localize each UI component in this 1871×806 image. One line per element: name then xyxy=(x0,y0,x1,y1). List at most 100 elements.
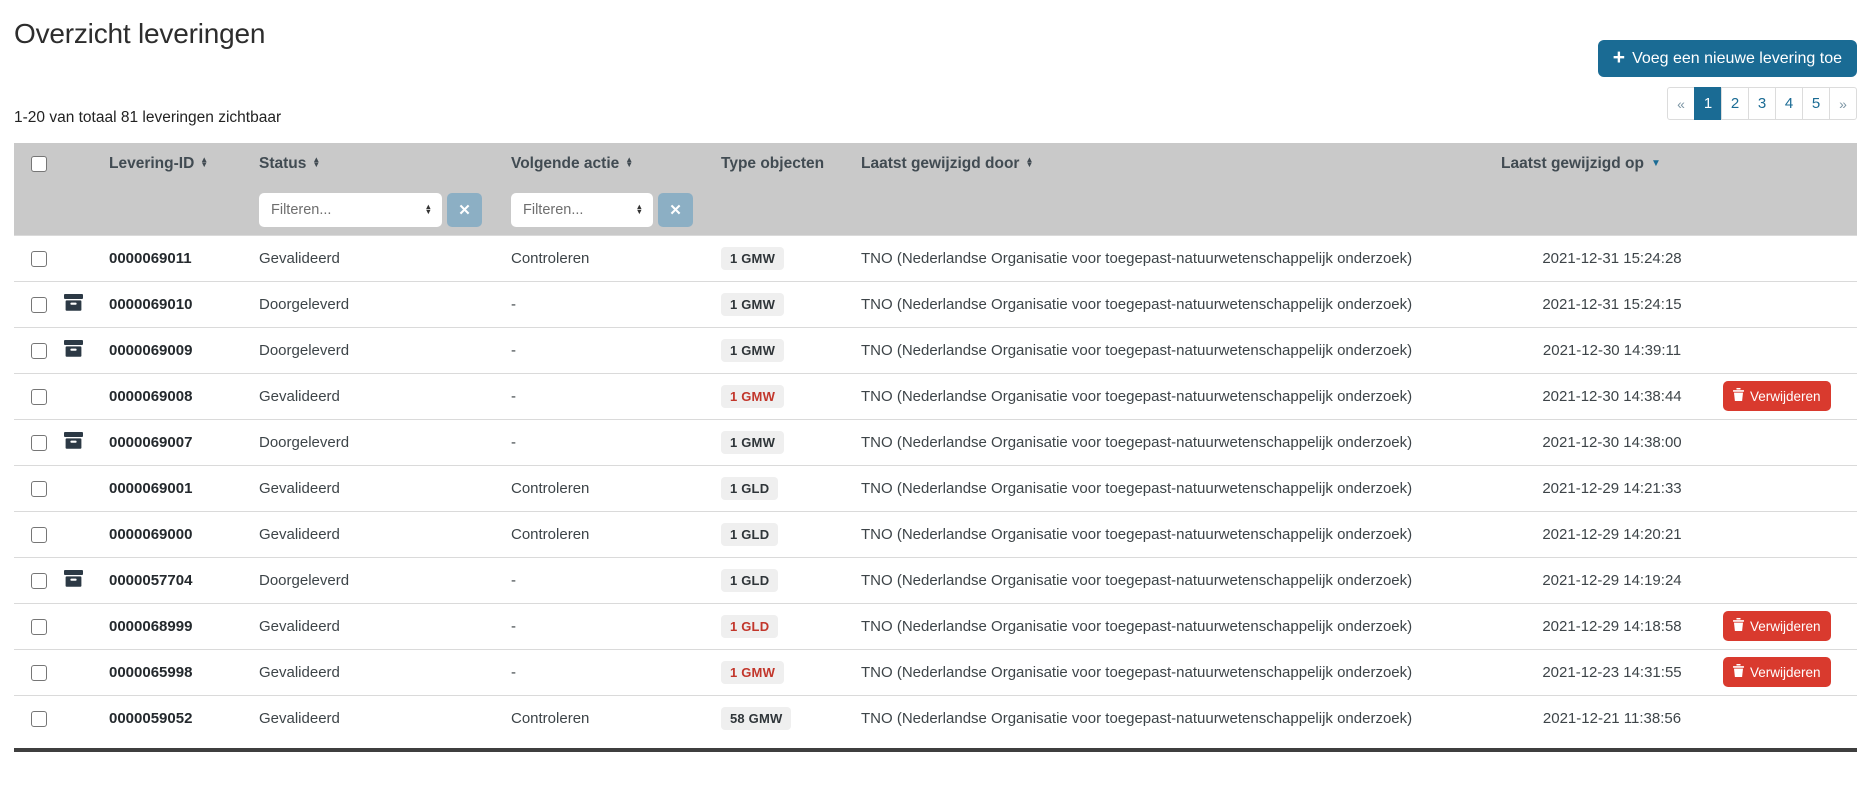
table-row: 0000069001 Gevalideerd Controleren 1 GLD… xyxy=(14,465,1857,511)
status-value: Gevalideerd xyxy=(259,695,511,741)
status-value: Gevalideerd xyxy=(259,649,511,695)
status-value: Gevalideerd xyxy=(259,511,511,557)
laatst-gewijzigd-op-value: 2021-12-29 14:20:21 xyxy=(1501,511,1723,557)
type-objecten-badge: 58 GMW xyxy=(721,707,791,730)
sort-icon: ▲▼ xyxy=(1025,158,1033,168)
laatst-gewijzigd-door-value: TNO (Nederlandse Organisatie voor toegep… xyxy=(861,465,1501,511)
column-levering-id[interactable]: Levering-ID▲▼ xyxy=(109,143,259,185)
select-arrows-icon: ▲▼ xyxy=(636,205,643,214)
volgende-actie-filter-select[interactable]: Filteren... ▲▼ xyxy=(511,193,653,227)
pagination-first[interactable]: « xyxy=(1667,87,1695,120)
levering-id[interactable]: 0000069009 xyxy=(109,327,259,373)
levering-id[interactable]: 0000057704 xyxy=(109,557,259,603)
type-objecten-badge: 1 GLD xyxy=(721,477,778,500)
status-filter-cell: Filteren... ▲▼ ✕ xyxy=(259,185,511,235)
levering-id[interactable]: 0000069011 xyxy=(109,235,259,281)
type-objecten-badge: 1 GLD xyxy=(721,615,778,638)
levering-id[interactable]: 0000069010 xyxy=(109,281,259,327)
column-laatst-gewijzigd-op[interactable]: Laatst gewijzigd op▼ xyxy=(1501,143,1723,185)
volgende-actie-filter-clear-button[interactable]: ✕ xyxy=(658,193,693,227)
volgende-actie-value: - xyxy=(511,419,721,465)
select-all-cell xyxy=(14,143,64,185)
table-row: 0000059052 Gevalideerd Controleren 58 GM… xyxy=(14,695,1857,741)
select-all-checkbox[interactable] xyxy=(31,156,47,172)
volgende-actie-value: - xyxy=(511,649,721,695)
laatst-gewijzigd-op-value: 2021-12-23 14:31:55 xyxy=(1501,649,1723,695)
row-checkbox[interactable] xyxy=(31,619,47,635)
laatst-gewijzigd-op-value: 2021-12-31 15:24:15 xyxy=(1501,281,1723,327)
select-arrows-icon: ▲▼ xyxy=(425,205,432,214)
leveringen-table: Levering-ID▲▼ Status▲▼ Volgende actie▲▼ … xyxy=(14,143,1857,741)
add-levering-button[interactable]: + Voeg een nieuwe levering toe xyxy=(1598,40,1857,77)
row-checkbox[interactable] xyxy=(31,297,47,313)
verwijderen-button[interactable]: Verwijderen xyxy=(1723,657,1831,687)
laatst-gewijzigd-op-value: 2021-12-30 14:38:44 xyxy=(1501,373,1723,419)
type-objecten-badge: 1 GMW xyxy=(721,339,784,362)
row-checkbox[interactable] xyxy=(31,343,47,359)
meta-row: 1-20 van totaal 81 leveringen zichtbaar … xyxy=(14,87,1857,120)
levering-id[interactable]: 0000069000 xyxy=(109,511,259,557)
laatst-gewijzigd-door-value: TNO (Nederlandse Organisatie voor toegep… xyxy=(861,603,1501,649)
trash-icon xyxy=(1733,664,1744,680)
table-row: 0000069007 Doorgeleverd - 1 GMW TNO (Ned… xyxy=(14,419,1857,465)
pagination-page-2[interactable]: 2 xyxy=(1721,87,1749,120)
pagination-page-3[interactable]: 3 xyxy=(1748,87,1776,120)
laatst-gewijzigd-door-value: TNO (Nederlandse Organisatie voor toegep… xyxy=(861,235,1501,281)
table-row: 0000069008 Gevalideerd - 1 GMW TNO (Nede… xyxy=(14,373,1857,419)
table-row: 0000068999 Gevalideerd - 1 GLD TNO (Nede… xyxy=(14,603,1857,649)
row-checkbox[interactable] xyxy=(31,573,47,589)
row-checkbox[interactable] xyxy=(31,251,47,267)
status-value: Doorgeleverd xyxy=(259,557,511,603)
row-checkbox[interactable] xyxy=(31,665,47,681)
pagination-last[interactable]: » xyxy=(1829,87,1857,120)
results-info: 1-20 van totaal 81 leveringen zichtbaar xyxy=(14,109,281,127)
status-value: Gevalideerd xyxy=(259,373,511,419)
type-objecten-badge: 1 GMW xyxy=(721,293,784,316)
row-checkbox[interactable] xyxy=(31,481,47,497)
type-objecten-badge: 1 GLD xyxy=(721,569,778,592)
levering-id[interactable]: 0000069008 xyxy=(109,373,259,419)
levering-id[interactable]: 0000068999 xyxy=(109,603,259,649)
levering-id[interactable]: 0000059052 xyxy=(109,695,259,741)
status-filter-clear-button[interactable]: ✕ xyxy=(447,193,482,227)
laatst-gewijzigd-door-value: TNO (Nederlandse Organisatie voor toegep… xyxy=(861,649,1501,695)
table-body: 0000069011 Gevalideerd Controleren 1 GMW… xyxy=(14,235,1857,741)
laatst-gewijzigd-op-value: 2021-12-29 14:21:33 xyxy=(1501,465,1723,511)
type-objecten-badge: 1 GMW xyxy=(721,431,784,454)
table-row: 0000069009 Doorgeleverd - 1 GMW TNO (Ned… xyxy=(14,327,1857,373)
table-row: 0000069011 Gevalideerd Controleren 1 GMW… xyxy=(14,235,1857,281)
column-laatst-gewijzigd-door[interactable]: Laatst gewijzigd door▲▼ xyxy=(861,143,1501,185)
page-title: Overzicht leveringen xyxy=(14,18,1857,50)
volgende-actie-value: - xyxy=(511,373,721,419)
verwijderen-button[interactable]: Verwijderen xyxy=(1723,381,1831,411)
archive-icon xyxy=(64,570,83,587)
verwijderen-button-label: Verwijderen xyxy=(1750,389,1821,404)
status-filter-select[interactable]: Filteren... ▲▼ xyxy=(259,193,442,227)
levering-id[interactable]: 0000069001 xyxy=(109,465,259,511)
volgende-actie-value: Controleren xyxy=(511,511,721,557)
verwijderen-button[interactable]: Verwijderen xyxy=(1723,611,1831,641)
column-volgende-actie[interactable]: Volgende actie▲▼ xyxy=(511,143,721,185)
levering-id[interactable]: 0000065998 xyxy=(109,649,259,695)
row-checkbox[interactable] xyxy=(31,711,47,727)
verwijderen-button-label: Verwijderen xyxy=(1750,665,1821,680)
row-checkbox[interactable] xyxy=(31,527,47,543)
row-checkbox[interactable] xyxy=(31,435,47,451)
laatst-gewijzigd-op-value: 2021-12-21 11:38:56 xyxy=(1501,695,1723,741)
row-checkbox[interactable] xyxy=(31,389,47,405)
column-type-objecten: Type objecten xyxy=(721,143,861,185)
levering-id[interactable]: 0000069007 xyxy=(109,419,259,465)
table-row: 0000069000 Gevalideerd Controleren 1 GLD… xyxy=(14,511,1857,557)
pagination-page-1[interactable]: 1 xyxy=(1694,87,1722,120)
laatst-gewijzigd-op-value: 2021-12-31 15:24:28 xyxy=(1501,235,1723,281)
column-status[interactable]: Status▲▼ xyxy=(259,143,511,185)
laatst-gewijzigd-door-value: TNO (Nederlandse Organisatie voor toegep… xyxy=(861,327,1501,373)
type-objecten-badge: 1 GMW xyxy=(721,385,784,408)
pagination-page-5[interactable]: 5 xyxy=(1802,87,1830,120)
laatst-gewijzigd-door-value: TNO (Nederlandse Organisatie voor toegep… xyxy=(861,511,1501,557)
sort-icon: ▲▼ xyxy=(625,158,633,168)
pagination-page-4[interactable]: 4 xyxy=(1775,87,1803,120)
laatst-gewijzigd-op-value: 2021-12-30 14:39:11 xyxy=(1501,327,1723,373)
table-row: 0000057704 Doorgeleverd - 1 GLD TNO (Ned… xyxy=(14,557,1857,603)
volgende-actie-value: - xyxy=(511,281,721,327)
